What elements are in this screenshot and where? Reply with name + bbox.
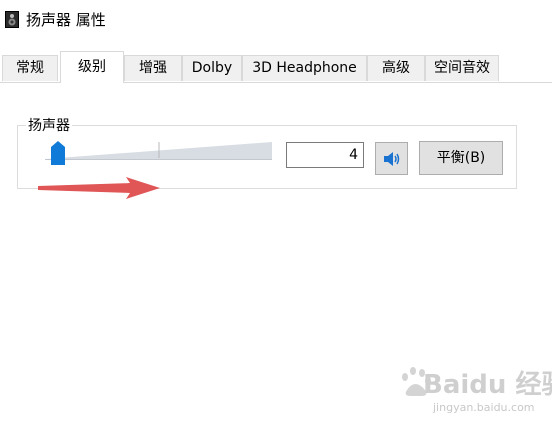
volume-value-field[interactable]: 4 [286,142,364,168]
mute-button[interactable] [375,142,408,175]
speaker-group-label: 扬声器 [26,115,72,135]
watermark-brand: Baidu 经验 [423,370,552,400]
tab-advanced[interactable]: 高级 [367,55,425,81]
tab-dolby[interactable]: Dolby [182,55,242,81]
tab-3d-headphone[interactable]: 3D Headphone [242,55,367,81]
watermark-url: jingyan.baidu.com [433,401,535,414]
red-arrow-annotation [38,177,160,199]
speaker-icon [384,152,400,166]
volume-slider-thumb[interactable] [51,141,65,165]
tab-general[interactable]: 常规 [2,55,58,81]
tab-levels[interactable]: 级别 [60,51,124,83]
speaker-properties-icon [5,11,19,28]
window-title: 扬声器 属性 [26,11,106,29]
tab-spatial-sound[interactable]: 空间音效 [425,55,499,81]
tab-enhancements[interactable]: 增强 [124,55,182,81]
balance-button[interactable]: 平衡(B) [419,141,503,175]
volume-slider-track[interactable] [45,136,272,166]
title-bar: 扬声器 属性 [0,0,552,40]
